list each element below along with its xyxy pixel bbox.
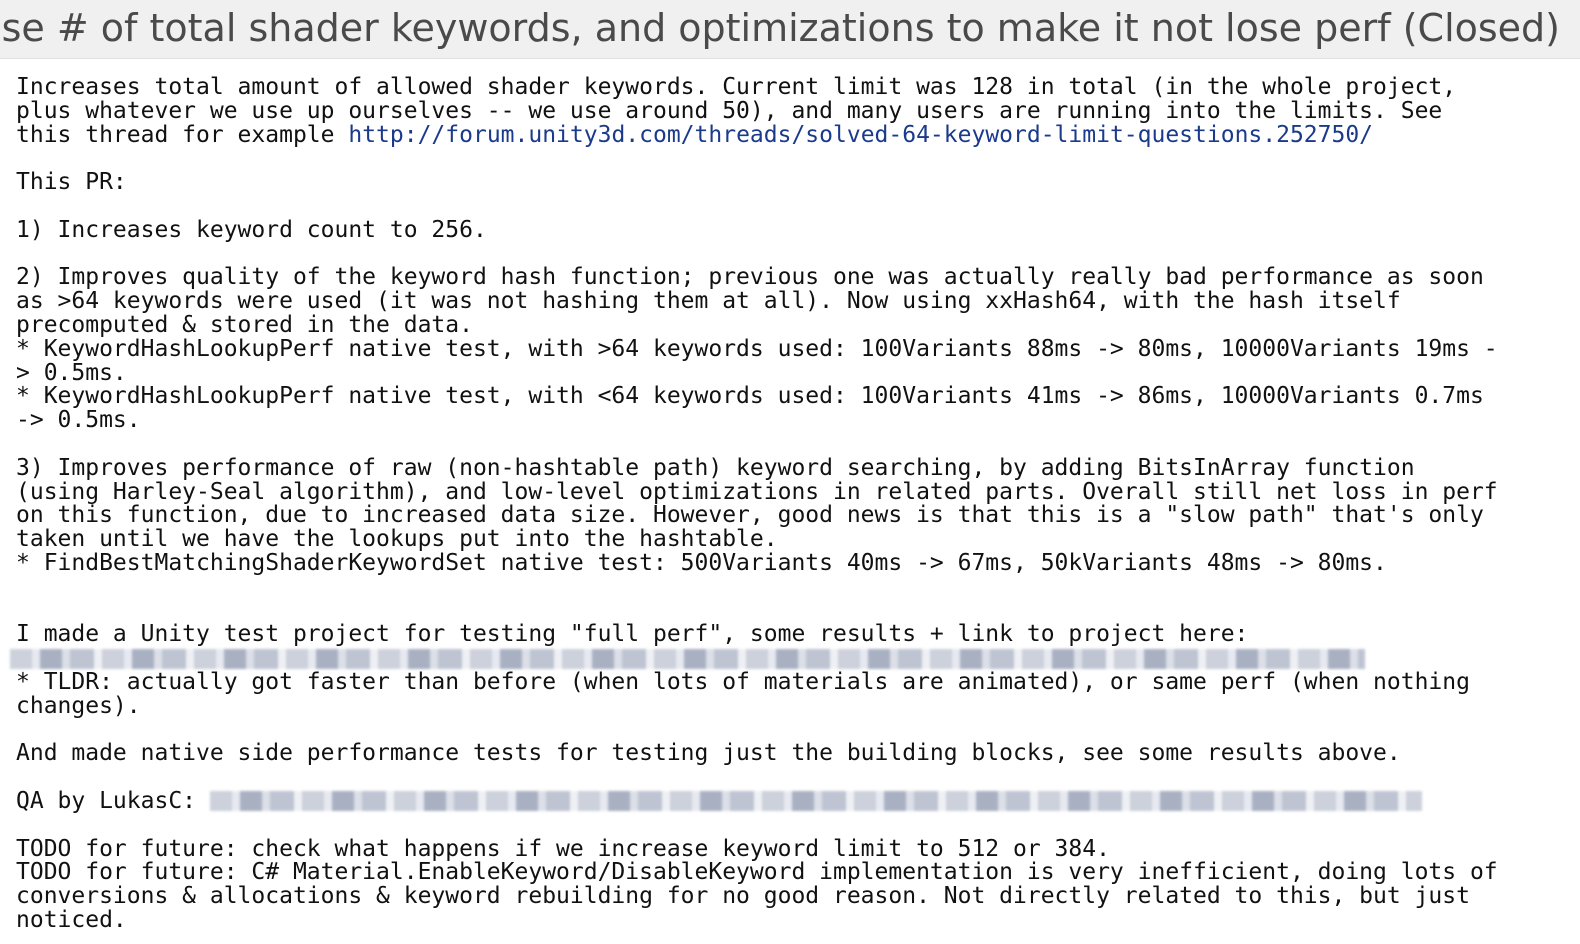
unity-project-line: I made a Unity test project for testing … [16, 621, 1249, 648]
todo-line: noticed. [16, 906, 127, 933]
qa-line: QA by LukasC: [16, 787, 1566, 814]
list-item-2: 2) Improves quality of the keyword hash … [16, 264, 1484, 291]
list-item-3: on this function, due to increased data … [16, 502, 1484, 529]
intro-line: this thread for example http://forum.uni… [16, 121, 1566, 148]
list-item-2: as >64 keywords were used (it was not ha… [16, 288, 1401, 315]
native-tests-line: And made native side performance tests f… [16, 740, 1401, 767]
redacted-row [10, 647, 1566, 671]
perf-result: * KeywordHashLookupPerf native test, wit… [16, 335, 1498, 362]
title-bar: ease # of total shader keywords, and opt… [0, 0, 1580, 59]
list-item-3: taken until we have the lookups put into… [16, 526, 778, 553]
todo-line: TODO for future: check what happens if w… [16, 835, 1110, 862]
perf-result: * FindBestMatchingShaderKeywordSet nativ… [16, 549, 1387, 576]
list-item-3: 3) Improves performance of raw (non-hash… [16, 454, 1415, 481]
tldr-line: changes). [16, 692, 141, 719]
redacted-link[interactable] [10, 648, 1365, 669]
qa-label: QA by LukasC: [16, 787, 197, 814]
list-item-3: (using Harley-Seal algorithm), and low-l… [16, 478, 1498, 505]
intro-text: this thread for example [16, 121, 349, 148]
perf-result: * KeywordHashLookupPerf native test, wit… [16, 383, 1484, 410]
intro-line: Increases total amount of allowed shader… [16, 74, 1457, 100]
page-title: ease # of total shader keywords, and opt… [0, 6, 1560, 50]
perf-result: > 0.5ms. [16, 359, 127, 386]
list-item-2: precomputed & stored in the data. [16, 311, 473, 338]
todo-line: conversions & allocations & keyword rebu… [16, 883, 1470, 910]
tldr-line: * TLDR: actually got faster than before … [16, 668, 1470, 695]
perf-result: -> 0.5ms. [16, 407, 141, 434]
list-item-1: 1) Increases keyword count to 256. [16, 216, 487, 243]
intro-line: plus whatever we use up ourselves -- we … [16, 97, 1443, 124]
pr-description: Increases total amount of allowed shader… [10, 74, 1566, 933]
forum-thread-link[interactable]: http://forum.unity3d.com/threads/solved-… [348, 122, 1373, 148]
redacted-link[interactable] [210, 791, 1423, 812]
todo-line: TODO for future: C# Material.EnableKeywo… [16, 859, 1498, 886]
pr-header: This PR: [16, 169, 127, 196]
